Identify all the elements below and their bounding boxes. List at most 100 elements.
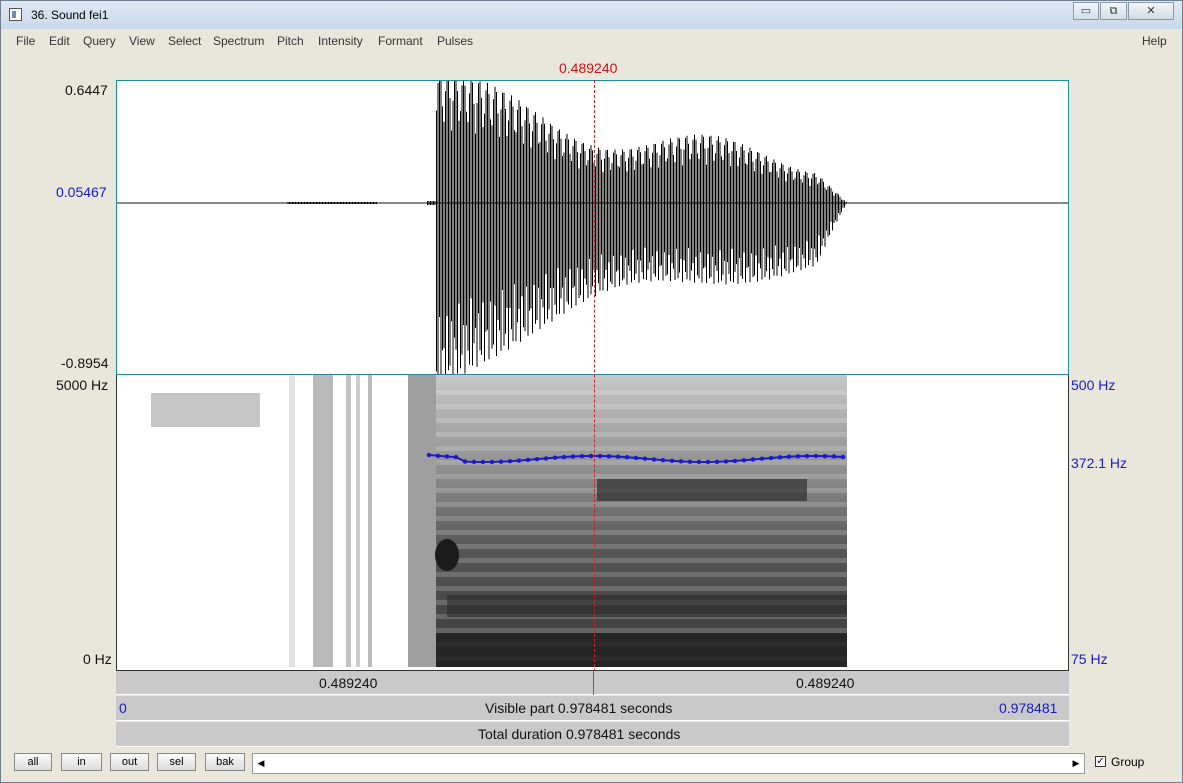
pitch-point [723, 459, 729, 464]
close-button[interactable]: ✕ [1128, 2, 1174, 20]
group-checkbox[interactable]: ✓ [1095, 756, 1106, 767]
burst-band-2 [313, 375, 333, 667]
pitch-point [687, 459, 693, 464]
harmonic-stripe [436, 474, 847, 479]
pitch-point [579, 453, 585, 459]
pitch-point [786, 454, 792, 459]
waveform-svg [117, 81, 1068, 374]
waveform-max-label: 0.6447 [65, 82, 108, 98]
editor-area: 0.489240 0.6447 0.05467 -0.8954 5000 Hz … [9, 51, 1175, 747]
visible-start-label: 0 [119, 700, 127, 716]
pitch-point [597, 453, 603, 459]
pitch-point [561, 454, 567, 460]
pitch-point [660, 457, 666, 463]
pitch-point [642, 456, 648, 461]
menu-formant[interactable]: Formant [378, 34, 423, 48]
harmonic-stripe [436, 572, 847, 577]
pitch-point [471, 459, 477, 465]
zoom-back-button[interactable]: bak [205, 753, 245, 771]
harmonic-stripe [436, 516, 847, 521]
pitch-point [516, 458, 522, 463]
cursor-time-right: 0.489240 [796, 675, 855, 691]
waveform-cursor-value-label: 0.05467 [56, 184, 107, 200]
pitch-point [795, 454, 801, 459]
harmonic-stripe [436, 558, 847, 563]
spectrogram-min-freq-label: 0 Hz [83, 651, 112, 667]
pitch-point [732, 458, 738, 464]
cursor-time-bar[interactable]: 0.489240 0.489240 [116, 671, 1069, 695]
menu-intensity[interactable]: Intensity [318, 34, 363, 48]
pitch-point [606, 454, 612, 459]
noise-patch [151, 393, 260, 427]
time-scrollbar[interactable]: ◀ ▶ [252, 753, 1085, 774]
pitch-point [570, 454, 576, 459]
burst-band-1 [289, 375, 295, 667]
pitch-point [552, 455, 558, 460]
waveform-panel[interactable] [116, 80, 1069, 375]
pitch-point [741, 458, 747, 463]
harmonic-stripe [436, 446, 847, 451]
window-icon [9, 8, 22, 21]
restore-button[interactable]: ⧉ [1100, 2, 1127, 20]
pitch-point [678, 459, 684, 464]
pitch-point [507, 459, 513, 464]
pitch-value-label: 372.1 Hz [1071, 455, 1128, 471]
harmonic-stripe [436, 404, 847, 409]
pitch-point [624, 455, 630, 460]
spectrogram-panel[interactable] [116, 375, 1069, 671]
pitch-point [705, 459, 711, 465]
harmonic-stripe [436, 418, 847, 423]
cursor-time-label: 0.489240 [559, 60, 618, 76]
menu-view[interactable]: View [129, 34, 155, 48]
onset-region [408, 375, 436, 667]
pitch-point [633, 455, 639, 461]
pitch-point [615, 454, 621, 459]
total-duration-bar[interactable]: Total duration 0.978481 seconds [116, 722, 1069, 747]
pitch-point [498, 459, 504, 464]
menu-edit[interactable]: Edit [49, 34, 70, 48]
menu-select[interactable]: Select [168, 34, 201, 48]
formant-blob [435, 539, 459, 571]
window-title: 36. Sound fei1 [31, 8, 109, 22]
zoom-all-button[interactable]: all [14, 753, 52, 771]
harmonic-stripe [436, 530, 847, 535]
waveform-min-label: -0.8954 [61, 355, 109, 371]
zoom-out-button[interactable]: out [110, 753, 149, 771]
zoom-selection-button[interactable]: sel [157, 753, 196, 771]
pitch-point [480, 459, 486, 465]
waveform-trace [287, 81, 847, 374]
burst-band-4 [356, 375, 360, 667]
pitch-point [651, 457, 657, 462]
harmonic-stripe [436, 544, 847, 549]
harmonic-stripe [436, 502, 847, 507]
pitch-point [453, 454, 459, 460]
zoom-in-button[interactable]: in [61, 753, 102, 771]
menu-query[interactable]: Query [83, 34, 116, 48]
menu-file[interactable]: File [16, 34, 35, 48]
pitch-point [543, 456, 549, 461]
pitch-point [759, 456, 765, 461]
visible-part-bar[interactable]: 0 Visible part 0.978481 seconds 0.978481 [116, 696, 1069, 721]
time-bar-divider [593, 671, 594, 695]
total-duration-text: Total duration 0.978481 seconds [478, 726, 681, 742]
minimize-button[interactable]: ▭ [1073, 2, 1099, 20]
visible-part-text: Visible part 0.978481 seconds [485, 700, 673, 716]
harmonic-stripe [436, 432, 847, 437]
pitch-point [831, 454, 837, 459]
pitch-point [696, 459, 702, 465]
scroll-left-icon[interactable]: ◀ [253, 754, 269, 773]
menu-help[interactable]: Help [1142, 34, 1167, 48]
burst-band-5 [368, 375, 372, 667]
time-cursor[interactable] [594, 80, 595, 672]
pitch-point [813, 453, 819, 459]
menu-pitch[interactable]: Pitch [277, 34, 304, 48]
title-bar[interactable]: 36. Sound fei1 ▭ ⧉ ✕ [1, 1, 1182, 29]
menu-pulses[interactable]: Pulses [437, 34, 473, 48]
formant-band-2 [447, 595, 847, 617]
pitch-point [444, 454, 450, 459]
pitch-point [768, 455, 774, 461]
pitch-point [750, 457, 756, 462]
scroll-right-icon[interactable]: ▶ [1068, 754, 1084, 773]
menu-bar: File Edit Query View Select Spectrum Pit… [9, 31, 1175, 51]
menu-spectrum[interactable]: Spectrum [213, 34, 264, 48]
